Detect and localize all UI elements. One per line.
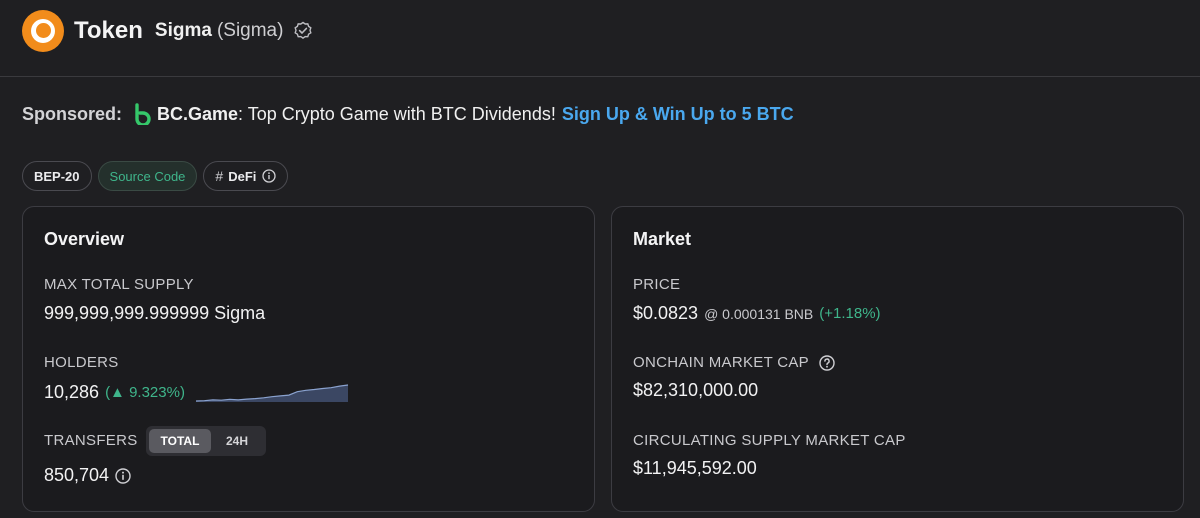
holders-sparkline[interactable] (195, 380, 351, 404)
tag-label: BEP-20 (34, 168, 80, 184)
onchain-cap-value: $82,310,000.00 (633, 380, 759, 400)
help-icon[interactable] (819, 355, 835, 371)
tag-label: DeFi (228, 168, 257, 184)
market-title: Market (633, 229, 692, 249)
max-supply-label: MAX TOTAL SUPPLY (44, 276, 194, 293)
transfers-label: TRANSFERS (44, 432, 138, 449)
bcgame-logo-icon (135, 103, 151, 125)
token-symbol: (Sigma) (216, 20, 284, 41)
circ-cap-label: CIRCULATING SUPPLY MARKET CAP (633, 432, 906, 449)
sponsored-banner: Sponsored: BC.Game : Top Crypto Game wit… (22, 101, 794, 127)
overview-title: Overview (44, 229, 125, 249)
holders-label: HOLDERS (44, 354, 119, 371)
token-tags: BEP-20 Source Code # DeFi (22, 161, 289, 191)
token-name: Sigma (154, 20, 212, 41)
tag-bep20[interactable]: BEP-20 (22, 161, 92, 191)
tag-source-code[interactable]: Source Code (97, 161, 198, 191)
overview-card: Overview MAX TOTAL SUPPLY 999,999,999.99… (22, 206, 595, 512)
sparkline-area (195, 385, 348, 402)
price-row: $0.0823 @ 0.000131 BNB (+1.18%) (633, 303, 881, 324)
info-icon[interactable] (262, 169, 277, 183)
sponsor-link[interactable]: Sign Up & Win Up to 5 BTC (562, 104, 794, 125)
page-title: Token (74, 17, 143, 44)
circ-cap-value: $11,945,592.00 (633, 458, 757, 478)
sponsor-text: : Top Crypto Game with BTC Dividends! (238, 103, 556, 124)
sponsored-label: Sponsored: (22, 103, 123, 124)
transfers-row: 850,704 (44, 465, 131, 486)
market-card: Market PRICE $0.0823 @ 0.000131 BNB (+1.… (611, 206, 1184, 512)
toggle-24h[interactable]: 24H (211, 429, 263, 453)
token-logo (22, 10, 64, 52)
price-change: (+1.18%) (819, 305, 881, 322)
holders-value: 10,286 (44, 381, 100, 402)
transfers-value: 850,704 (44, 465, 110, 485)
onchain-cap-label: ONCHAIN MARKET CAP (633, 354, 809, 371)
holders-change: (▲ 9.323%) (105, 383, 185, 401)
verified-check-icon[interactable] (293, 21, 313, 41)
sponsor-name: BC.Game (157, 103, 239, 124)
tag-label: Source Code (109, 168, 186, 184)
page-header: Token Sigma (Sigma) (22, 10, 313, 52)
header-divider (0, 76, 1200, 77)
token-page: Token Sigma (Sigma) Sponsored: BC.Game :… (0, 0, 1200, 518)
hash-icon: # (215, 168, 224, 184)
max-supply-value: 999,999,999.999999 Sigma (44, 303, 266, 323)
price-value: $0.0823 (633, 303, 699, 323)
onchain-cap-label-row: ONCHAIN MARKET CAP (633, 354, 835, 371)
holders-row: 10,286 (▲ 9.323%) (44, 380, 351, 404)
price-bnb: @ 0.000131 BNB (704, 305, 814, 322)
transfers-toggle: TOTAL 24H (146, 426, 266, 456)
toggle-total[interactable]: TOTAL (149, 429, 211, 453)
price-label: PRICE (633, 276, 681, 293)
info-icon[interactable] (115, 467, 131, 484)
tag-defi[interactable]: # DeFi (203, 161, 289, 191)
